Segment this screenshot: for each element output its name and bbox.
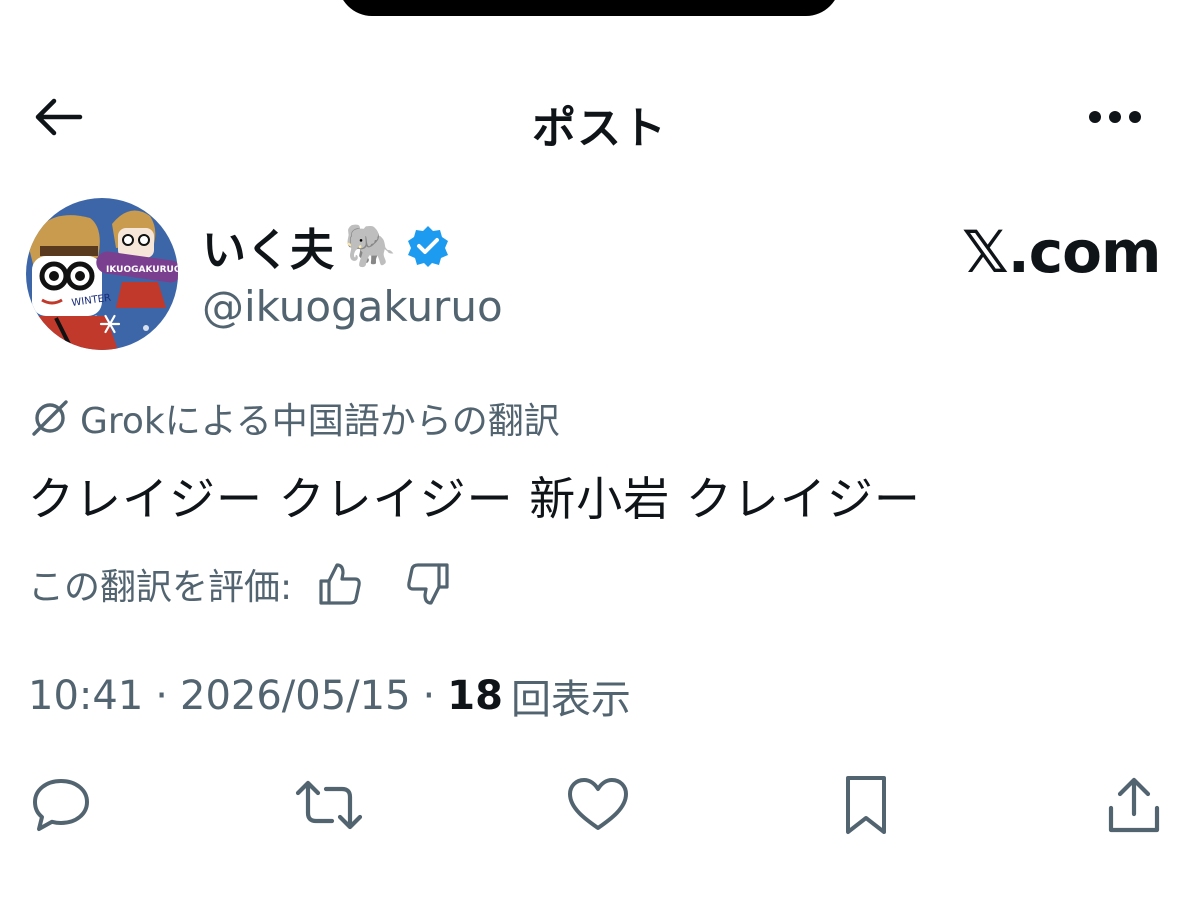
translation-note-text: Grokによる中国語からの翻訳 <box>80 401 560 442</box>
author-handle[interactable]: @ikuogakuruo <box>202 282 503 331</box>
meta-separator: · <box>155 673 168 719</box>
repost-button[interactable] <box>294 770 364 840</box>
display-name[interactable]: いく夫 <box>202 214 334 278</box>
bookmark-button[interactable] <box>831 770 901 840</box>
rate-translation-label: この翻訳を評価: <box>28 567 293 608</box>
more-horizontal-icon <box>1089 111 1141 123</box>
post-meta: 10:41 · 2026/05/15 · 18 回表示 <box>28 666 631 726</box>
x-logo-icon: 𝕏 <box>962 218 1009 286</box>
avatar-badge-text: IKUOGAKURUO <box>106 265 178 275</box>
reply-button[interactable] <box>26 770 96 840</box>
verified-badge-icon <box>408 226 449 267</box>
more-options-button[interactable] <box>1080 91 1150 143</box>
like-button[interactable] <box>563 770 633 840</box>
post-date[interactable]: 2026/05/15 <box>180 673 411 719</box>
bookmark-icon <box>846 776 886 834</box>
thumbs-down-button[interactable] <box>400 556 456 612</box>
reply-icon <box>33 779 89 831</box>
share-button[interactable] <box>1099 770 1169 840</box>
watermark-text: .com <box>1007 218 1162 286</box>
thumbs-down-icon <box>407 563 449 605</box>
thumbs-up-icon <box>319 563 361 605</box>
repost-icon <box>295 780 363 830</box>
grok-icon <box>32 400 68 436</box>
elephant-emoji-icon: 🐘 <box>344 221 397 270</box>
translation-note: Grokによる中国語からの翻訳 <box>28 392 560 444</box>
post-action-bar <box>0 770 1199 840</box>
post-header: ポスト <box>0 75 1199 159</box>
post-time[interactable]: 10:41 <box>28 673 143 719</box>
thumbs-up-button[interactable] <box>312 556 368 612</box>
avatar-illustration: IKUOGAKURUO WINTER <box>26 198 178 350</box>
rate-translation-row: この翻訳を評価: <box>28 556 456 612</box>
view-count: 18 <box>447 673 503 719</box>
share-icon <box>1108 777 1160 833</box>
tweet-text: クレイジー クレイジー 新小岩 クレイジー <box>28 472 921 526</box>
device-notch <box>338 0 840 16</box>
avatar[interactable]: IKUOGAKURUO WINTER <box>26 198 178 350</box>
x-com-watermark: 𝕏 .com <box>962 218 1162 286</box>
page-title: ポスト <box>532 103 667 154</box>
meta-separator: · <box>422 673 436 719</box>
view-count-label: 回表示 <box>510 677 631 723</box>
heart-icon <box>568 778 628 830</box>
author-name-row[interactable]: いく夫 🐘 <box>202 216 450 276</box>
